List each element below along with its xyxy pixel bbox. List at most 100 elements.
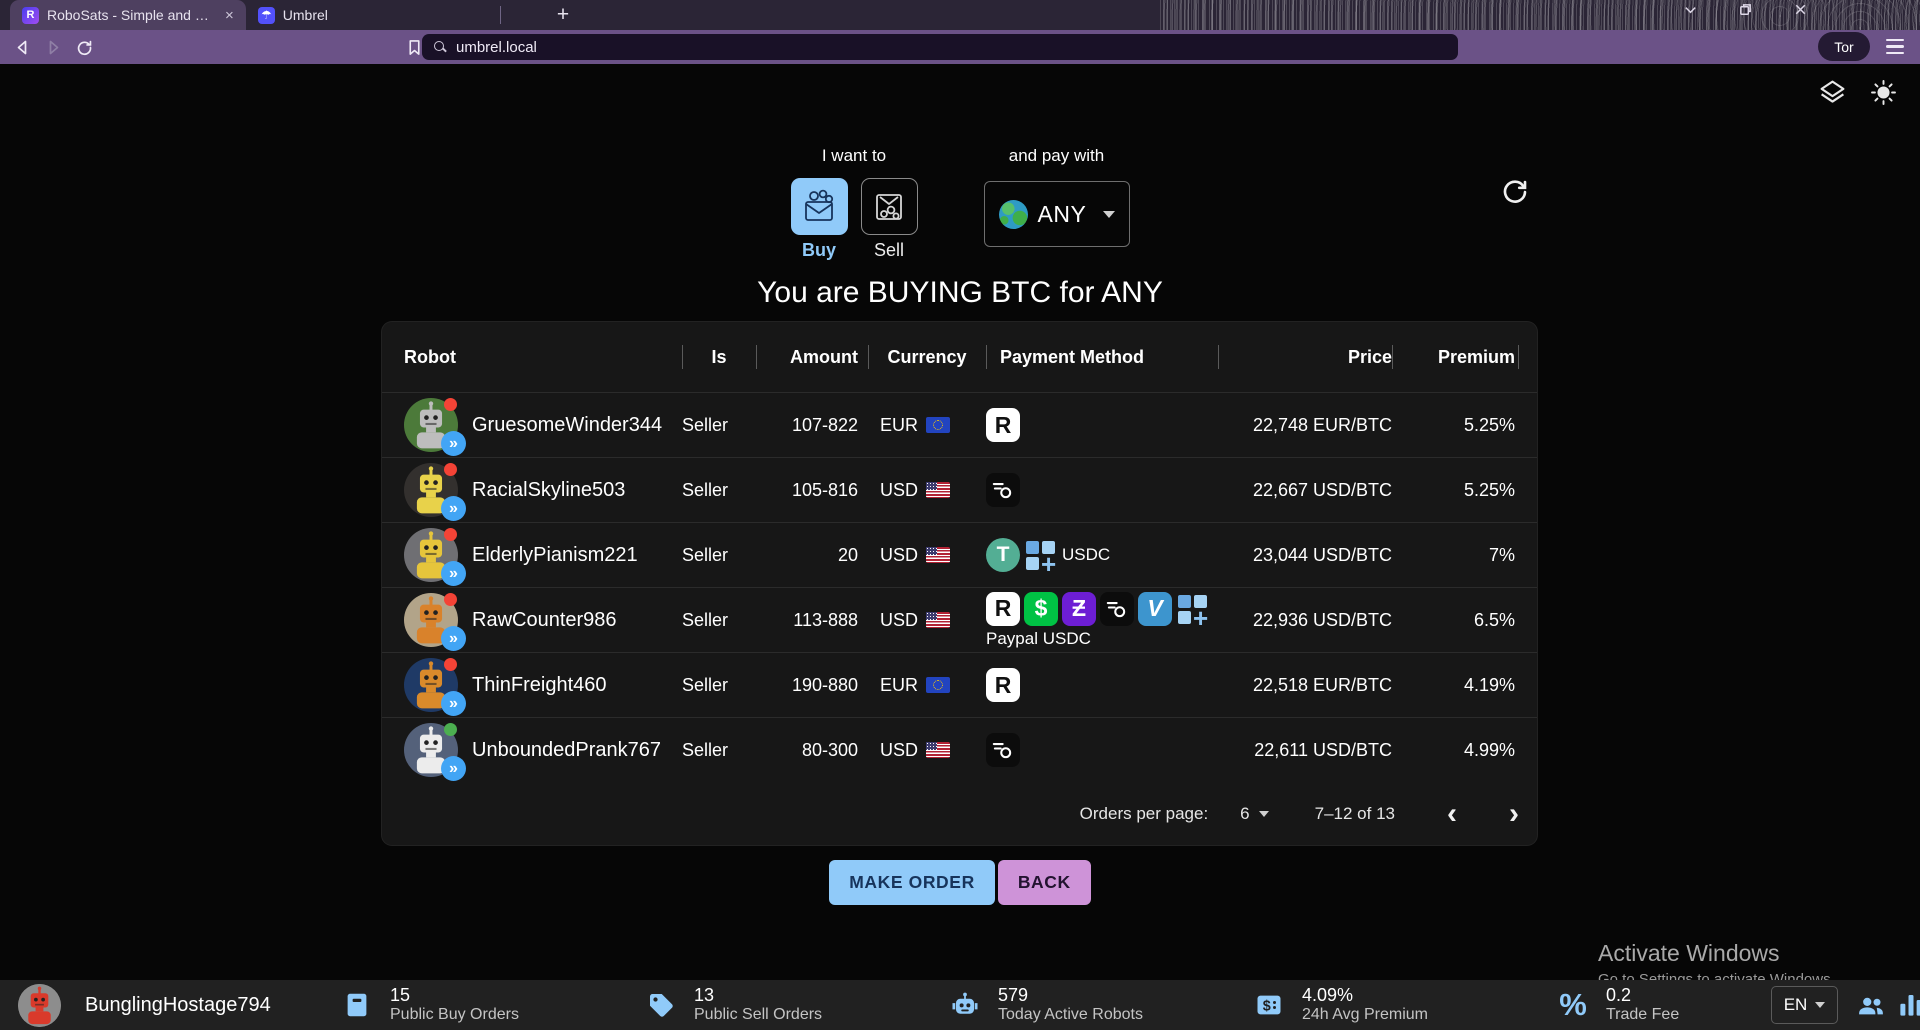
next-page-button[interactable]: ›: [1509, 799, 1519, 829]
column-header-price[interactable]: Price: [1218, 342, 1392, 372]
restore-window-icon[interactable]: [1738, 2, 1753, 17]
robot-avatar: »: [404, 658, 458, 712]
tab-umbrel[interactable]: ☂ Umbrel: [246, 0, 340, 30]
robot-cell: » GruesomeWinder344: [404, 398, 682, 452]
robot-profile[interactable]: BunglingHostage794: [18, 984, 271, 1027]
is-cell: Seller: [682, 740, 756, 761]
usdc-squares-icon: +: [1024, 538, 1058, 572]
buy-toggle-button[interactable]: [791, 178, 848, 235]
status-dot: [444, 593, 457, 606]
new-tab-button[interactable]: +: [541, 0, 585, 30]
close-tab-icon[interactable]: ×: [225, 7, 234, 24]
order-controls: I want to Buy Sell: [0, 146, 1920, 261]
stat-value: 4.09%: [1302, 985, 1428, 1006]
robot-cell: »UnboundedPrank767: [404, 723, 682, 777]
robot-name: GruesomeWinder344: [472, 414, 662, 437]
currency-cell: USD: [868, 610, 986, 631]
order-row[interactable]: »RacialSkyline503Seller105-816USD22,667 …: [382, 457, 1537, 522]
robosats-page: I want to Buy Sell: [0, 64, 1920, 980]
pagination-range: 7–12 of 13: [1315, 804, 1395, 824]
tor-button[interactable]: Tor: [1818, 32, 1870, 61]
back-button-page[interactable]: BACK: [998, 860, 1091, 905]
back-button[interactable]: [14, 39, 31, 56]
currency-cell: USD: [868, 545, 986, 566]
premium-cell: 7%: [1392, 545, 1515, 566]
profile-name: BunglingHostage794: [85, 994, 271, 1017]
refresh-book-button[interactable]: [1500, 177, 1530, 212]
column-header-currency[interactable]: Currency: [868, 342, 986, 372]
status-dot: [444, 723, 457, 736]
browser-menu-icon[interactable]: [1886, 39, 1904, 54]
search-icon: [434, 41, 447, 54]
amount-cell: 113-888: [756, 610, 868, 631]
bookmark-panel-icon[interactable]: [406, 39, 423, 56]
order-row[interactable]: »ElderlyPianism221Seller20USDT+USDC23,04…: [382, 522, 1537, 587]
stat-label: 24h Avg Premium: [1302, 1006, 1428, 1024]
stat-text: 13Public Sell Orders: [694, 985, 822, 1024]
url-text[interactable]: umbrel.local: [456, 39, 537, 56]
payment-icons: R: [986, 668, 1218, 702]
stat-text: 579Today Active Robots: [998, 985, 1143, 1024]
stat-label: Public Buy Orders: [390, 1006, 519, 1024]
browser-navbar: umbrel.local Tor: [0, 30, 1920, 64]
robot-avatar: »: [404, 723, 458, 777]
orders-per-page-select[interactable]: 6: [1240, 804, 1268, 824]
robosats-favicon-icon: R: [22, 7, 39, 24]
currency-select[interactable]: ANY: [984, 181, 1130, 247]
make-order-button[interactable]: MAKE ORDER: [829, 860, 995, 905]
payment-method-cell: R$ƵV+Paypal USDC: [986, 592, 1218, 649]
brightness-icon[interactable]: [1869, 78, 1898, 112]
column-header-amount[interactable]: Amount: [756, 342, 868, 372]
payment-icons: T+USDC: [986, 538, 1218, 572]
globe-icon: [999, 200, 1028, 229]
double-chevron-badge-icon: »: [441, 626, 466, 651]
svg-text:$: $: [1263, 999, 1271, 1015]
eu-flag-icon: [926, 677, 950, 693]
payment-method-cell: [986, 473, 1218, 507]
window-controls: [1683, 2, 1808, 17]
cashapp-icon: $: [1024, 592, 1058, 626]
layers-icon[interactable]: [1818, 78, 1847, 112]
forward-button[interactable]: [45, 39, 62, 56]
tag-icon: [646, 990, 676, 1020]
umbrel-favicon-icon: ☂: [258, 7, 275, 24]
minimize-icon[interactable]: [1683, 2, 1698, 17]
address-bar[interactable]: umbrel.local: [422, 34, 1458, 60]
stat-text: 0.2Trade Fee: [1606, 985, 1679, 1024]
stat-label: Public Sell Orders: [694, 1006, 822, 1024]
buy-label: Buy: [802, 240, 836, 261]
reload-button[interactable]: [76, 39, 93, 56]
order-row[interactable]: »GruesomeWinder344Seller107-822EURR22,74…: [382, 392, 1537, 457]
zelle-icon: Ƶ: [1062, 592, 1096, 626]
column-header-is[interactable]: Is: [682, 342, 756, 372]
tab-robosats[interactable]: R RoboSats - Simple and Private Bit ×: [10, 0, 246, 30]
column-header-premium[interactable]: Premium: [1392, 342, 1515, 372]
language-select[interactable]: EN: [1771, 986, 1838, 1024]
order-rows: »GruesomeWinder344Seller107-822EURR22,74…: [382, 392, 1537, 782]
sell-toggle-button[interactable]: [861, 178, 918, 235]
revolut-icon: R: [986, 668, 1020, 702]
previous-page-button[interactable]: ‹: [1447, 799, 1457, 829]
tether-icon: T: [986, 538, 1020, 572]
tab-title: Umbrel: [283, 7, 328, 23]
exchange-summary-chart-icon[interactable]: [1896, 990, 1920, 1020]
column-header-payment[interactable]: Payment Method: [986, 342, 1218, 372]
premium-cell: 6.5%: [1392, 610, 1515, 631]
currency-code: USD: [880, 480, 918, 501]
close-window-icon[interactable]: [1793, 2, 1808, 17]
order-row[interactable]: »UnboundedPrank767Seller80-300USD22,611 …: [382, 717, 1537, 782]
order-row[interactable]: »RawCounter986Seller113-888USDR$ƵV+Paypa…: [382, 587, 1537, 652]
double-chevron-badge-icon: »: [441, 431, 466, 456]
status-dot: [444, 528, 457, 541]
us-flag-icon: [926, 742, 950, 758]
column-header-robot[interactable]: Robot: [404, 342, 682, 372]
community-people-icon[interactable]: [1856, 990, 1886, 1020]
double-chevron-badge-icon: »: [441, 691, 466, 716]
robot-cell: »ThinFreight460: [404, 658, 682, 712]
is-cell: Seller: [682, 610, 756, 631]
robot-avatar: »: [404, 398, 458, 452]
currency-code: USD: [880, 610, 918, 631]
stat-tag: 13Public Sell Orders: [646, 980, 822, 1030]
i-want-to-label: I want to: [822, 146, 886, 166]
order-row[interactable]: »ThinFreight460Seller190-880EURR22,518 E…: [382, 652, 1537, 717]
